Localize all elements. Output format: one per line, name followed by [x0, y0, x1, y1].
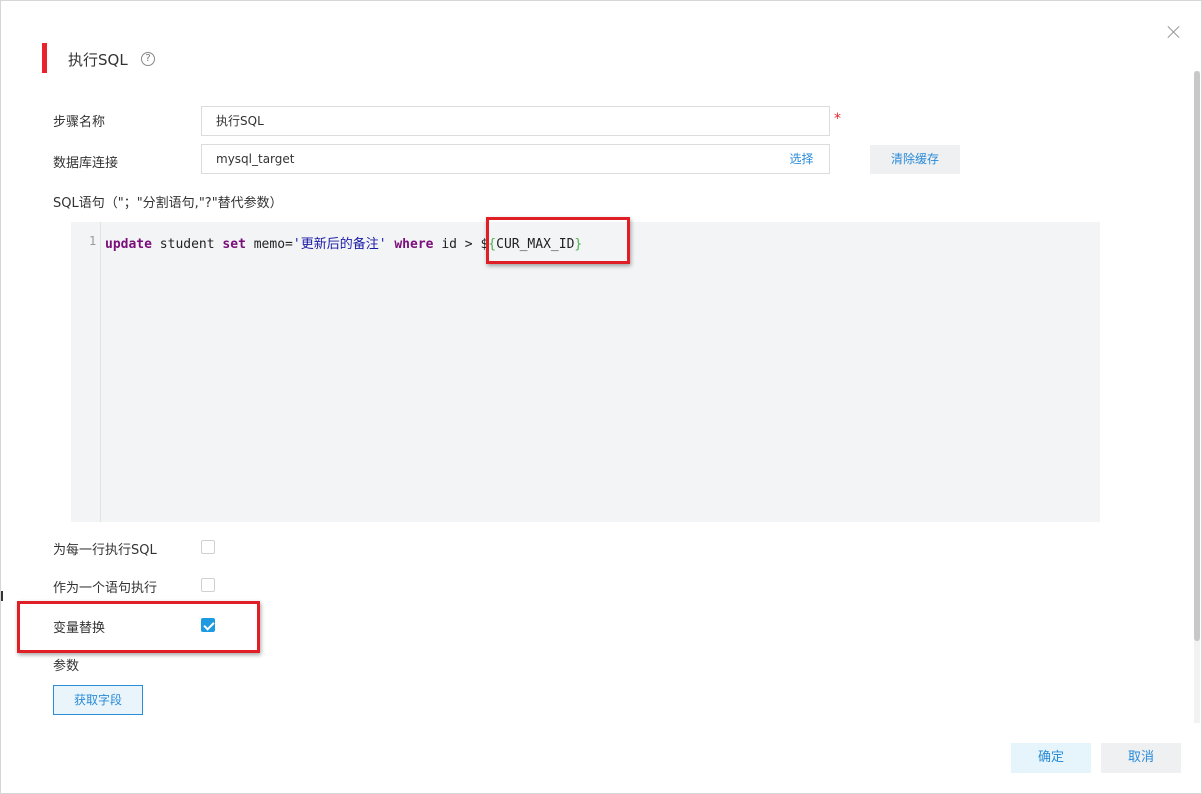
db-connection-input[interactable]: mysql_target: [201, 144, 775, 174]
params-label: 参数: [53, 659, 80, 674]
editor-gutter: 1: [71, 222, 101, 522]
var-replace-checkbox[interactable]: [201, 618, 215, 632]
get-fields-button[interactable]: 获取字段: [53, 685, 143, 715]
step-name-input[interactable]: 执行SQL: [201, 106, 830, 136]
close-icon[interactable]: [1167, 25, 1181, 39]
code-text: student: [151, 237, 223, 252]
required-mark: *: [834, 111, 841, 127]
cancel-button[interactable]: 取消: [1101, 743, 1181, 773]
code-text: memo=: [245, 237, 293, 252]
keyword-update: update: [105, 237, 152, 252]
string-literal: '更新后的备注': [292, 237, 387, 252]
title-accent-bar: [42, 43, 47, 73]
step-name-label: 步骤名称: [53, 115, 106, 130]
exec-each-row-label: 为每一行执行SQL: [53, 543, 157, 558]
code-text: id > $: [433, 237, 489, 252]
exec-as-single-label: 作为一个语句执行: [53, 581, 158, 596]
db-connection-label: 数据库连接: [53, 156, 119, 171]
clear-cache-button[interactable]: 清除缓存: [870, 145, 960, 174]
select-connection-button[interactable]: 选择: [774, 144, 830, 174]
execute-sql-dialog: 执行SQL ? 步骤名称 执行SQL * 数据库连接 mysql_target …: [0, 0, 1202, 794]
ok-button[interactable]: 确定: [1011, 743, 1091, 773]
exec-as-single-checkbox[interactable]: [201, 578, 215, 592]
edge-marker: [1, 591, 3, 601]
variable-highlight-annotation: [486, 217, 630, 264]
question-circle-icon[interactable]: ?: [141, 52, 155, 66]
keyword-set: set: [222, 237, 246, 252]
scrollbar-thumb[interactable]: [1194, 71, 1200, 641]
exec-each-row-checkbox[interactable]: [201, 540, 215, 554]
var-replace-label: 变量替换: [53, 621, 106, 636]
sql-statement-label: SQL语句（"；"分割语句,"?"替代参数）: [53, 196, 283, 211]
line-number: 1: [89, 234, 97, 248]
dialog-title: 执行SQL: [68, 51, 128, 69]
sql-code-editor[interactable]: 1 update student set memo='更新后的备注' where…: [71, 222, 1100, 522]
keyword-where: where: [394, 237, 434, 252]
